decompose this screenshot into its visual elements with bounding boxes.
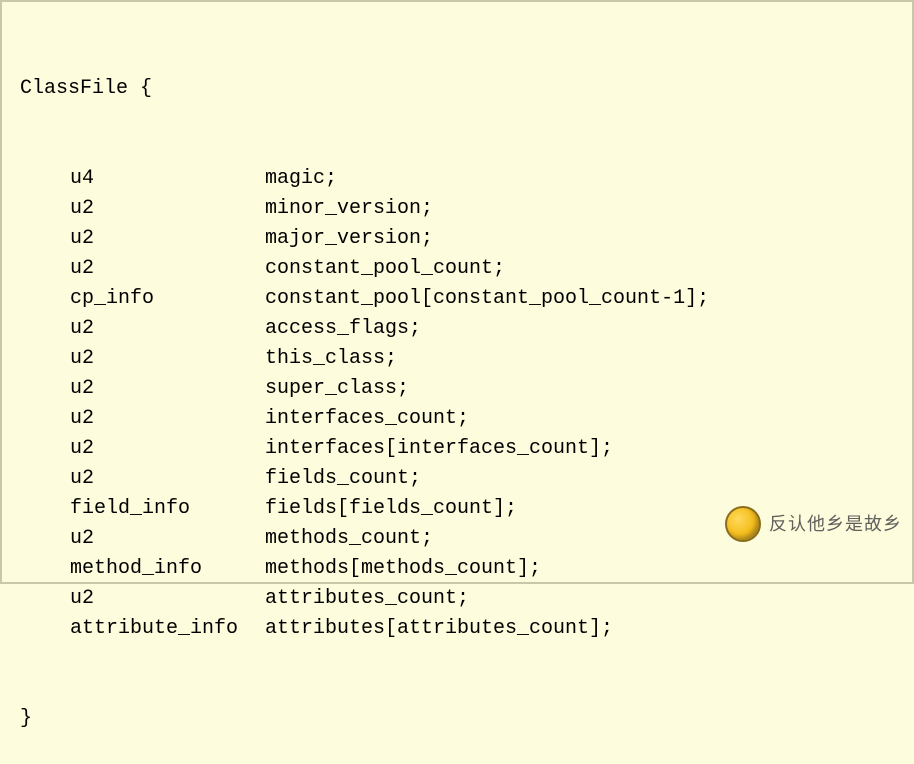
field-type: u2 — [70, 404, 265, 434]
field-row: u2access_flags; — [20, 314, 894, 344]
field-name: attributes[attributes_count]; — [265, 614, 894, 644]
field-row: u4magic; — [20, 164, 894, 194]
field-row: u2interfaces[interfaces_count]; — [20, 434, 894, 464]
field-type: cp_info — [70, 284, 265, 314]
struct-fields: u4magic;u2minor_version;u2major_version;… — [20, 164, 894, 644]
field-name: constant_pool[constant_pool_count-1]; — [265, 284, 894, 314]
field-row: u2interfaces_count; — [20, 404, 894, 434]
struct-name: ClassFile — [20, 77, 128, 100]
field-name: fields_count; — [265, 464, 894, 494]
field-row: u2this_class; — [20, 344, 894, 374]
field-name: constant_pool_count; — [265, 254, 894, 284]
field-row: u2fields_count; — [20, 464, 894, 494]
field-type: u2 — [70, 584, 265, 614]
field-type: u2 — [70, 464, 265, 494]
watermark: 反认他乡是故乡 — [725, 506, 902, 542]
field-type: u2 — [70, 224, 265, 254]
field-row: u2minor_version; — [20, 194, 894, 224]
field-name: access_flags; — [265, 314, 894, 344]
wechat-avatar-icon — [725, 506, 761, 542]
close-brace: } — [20, 704, 894, 734]
field-row: u2attributes_count; — [20, 584, 894, 614]
field-type: u2 — [70, 254, 265, 284]
field-name: minor_version; — [265, 194, 894, 224]
field-type: u2 — [70, 524, 265, 554]
field-name: interfaces_count; — [265, 404, 894, 434]
field-name: major_version; — [265, 224, 894, 254]
field-name: attributes_count; — [265, 584, 894, 614]
classfile-struct-code: ClassFile { u4magic;u2minor_version;u2ma… — [20, 14, 894, 764]
field-row: attribute_infoattributes[attributes_coun… — [20, 614, 894, 644]
field-name: super_class; — [265, 374, 894, 404]
field-type: u2 — [70, 374, 265, 404]
field-name: this_class; — [265, 344, 894, 374]
field-type: attribute_info — [70, 614, 265, 644]
open-brace: { — [140, 77, 152, 100]
field-type: u2 — [70, 314, 265, 344]
struct-header: ClassFile { — [20, 74, 894, 104]
watermark-text: 反认他乡是故乡 — [769, 509, 902, 539]
field-row: cp_infoconstant_pool[constant_pool_count… — [20, 284, 894, 314]
field-type: u2 — [70, 434, 265, 464]
field-type: u2 — [70, 194, 265, 224]
field-row: u2super_class; — [20, 374, 894, 404]
field-name: interfaces[interfaces_count]; — [265, 434, 894, 464]
field-name: methods[methods_count]; — [265, 554, 894, 584]
field-type: u2 — [70, 344, 265, 374]
field-row: u2constant_pool_count; — [20, 254, 894, 284]
field-row: u2major_version; — [20, 224, 894, 254]
field-row: method_infomethods[methods_count]; — [20, 554, 894, 584]
field-name: magic; — [265, 164, 894, 194]
field-type: method_info — [70, 554, 265, 584]
field-type: u4 — [70, 164, 265, 194]
field-type: field_info — [70, 494, 265, 524]
